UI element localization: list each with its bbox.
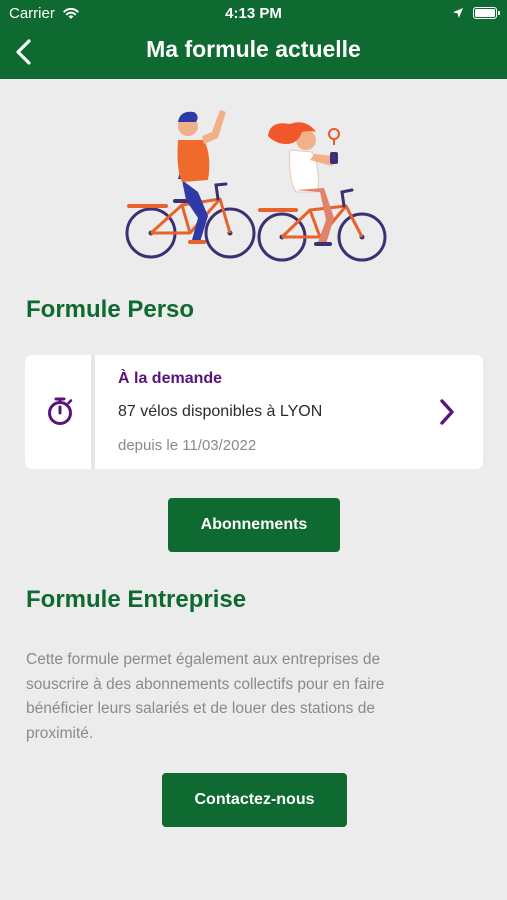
status-bar: Carrier 4:13 PM <box>0 0 507 28</box>
entreprise-description: Cette formule permet également aux entre… <box>26 651 385 742</box>
chevron-right-icon[interactable] <box>437 397 457 427</box>
app-header: Carrier 4:13 PM Ma formule actuelle <box>0 0 507 79</box>
formule-entreprise-heading: Formule Entreprise <box>26 586 247 613</box>
plan-since-date: depuis le 11/03/2022 <box>118 437 257 454</box>
page-title: Ma formule actuelle <box>146 36 361 62</box>
formule-perso-heading: Formule Perso <box>26 296 195 323</box>
clock: 4:13 PM <box>225 5 282 22</box>
bikes-available: 87 vélos disponibles à LYON <box>118 403 323 420</box>
contact-us-button[interactable]: Contactez-nous <box>162 773 347 827</box>
battery-icon <box>473 7 500 19</box>
stopwatch-icon <box>48 397 73 425</box>
current-plan-card[interactable]: À la demande 87 vélos disponibles à LYON… <box>25 355 483 469</box>
plan-title: À la demande <box>118 370 223 387</box>
subscriptions-button[interactable]: Abonnements <box>168 498 340 552</box>
cyclists-illustration <box>125 110 387 262</box>
location-arrow-icon <box>453 8 463 18</box>
